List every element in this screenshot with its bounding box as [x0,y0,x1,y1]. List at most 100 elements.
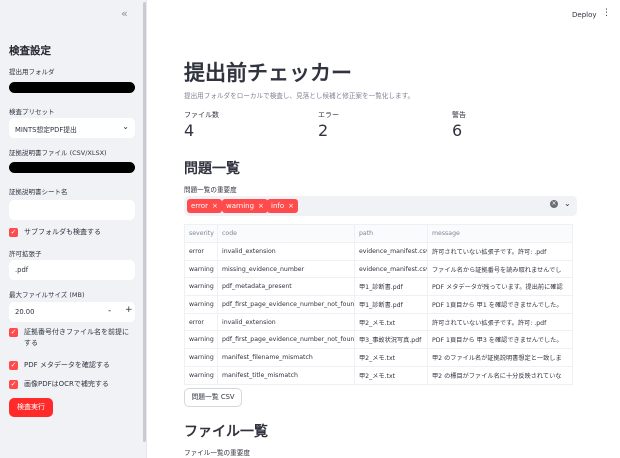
files-heading: ファイル一覧 [184,424,268,440]
cell-path: 甲2_メモ.txt [354,348,428,367]
cell-message: PDF 1頁目から 甲1 を確認できませんでした。 [427,295,573,314]
metric-errors-label: エラー [318,111,339,119]
preset-select[interactable]: MINTS想定PDF提出 ⌄ [9,118,135,138]
decrement-button[interactable]: - [108,306,111,316]
close-icon[interactable]: × [212,202,218,210]
cell-message: 甲2 のファイル名が証拠説明書想定と一致しま [427,348,573,367]
check-icon: ✓ [9,380,18,389]
cell-path: 甲1_診断書.pdf [354,277,428,297]
cell-code: manifest_title_mismatch [217,365,355,385]
allowed-ext-value: .pdf [15,266,29,274]
metric-warnings-value: 6 [452,121,463,140]
app-root: « 検査設定 提出用フォルダ 検査プリセット MINTS想定PDF提出 ⌄ 証拠… [0,0,620,458]
table-row[interactable]: error invalid_extension 甲2_メモ.txt 許可されていない拡… [184,312,573,332]
column-header[interactable]: path [354,224,428,243]
cell-code: pdf_metadata_present [217,277,355,297]
collapse-sidebar-icon[interactable]: « [121,7,128,20]
cell-code: invalid_extension [217,312,355,332]
table-header-row: severity code path message [184,224,573,243]
table-row[interactable]: warning pdf_first_page_evidence_number_no… [184,330,573,350]
folder-input-redacted[interactable] [9,82,135,93]
cell-severity: warning [184,259,218,279]
table-row[interactable]: warning missing_evidence_number evidence_m… [184,259,573,279]
cell-message: PDF 1頁目から 甲3 を確認できませんでした。 [427,330,573,350]
increment-button[interactable]: + [125,305,133,315]
tag-info[interactable]: info × [267,199,299,213]
close-icon[interactable]: × [288,202,294,210]
cell-message: ファイル名から証拠番号を読み取れませんでし [427,259,573,279]
cell-message: 許可されていない拡張子です。許可: .pdf [427,242,573,261]
table-row[interactable]: warning manifest_filename_mismatch 甲2_メモ.t… [184,348,573,367]
preset-value: MINTS想定PDF提出 [15,126,77,134]
check-icon: ✓ [9,361,18,370]
metric-warnings-label: 警告 [452,111,466,119]
column-header[interactable]: message [427,224,573,243]
allowed-ext-input[interactable]: .pdf [9,260,135,280]
metadata-checkbox-label: PDF メタデータを確認する [24,361,110,369]
table-row[interactable]: warning pdf_first_page_evidence_number_no… [184,295,573,314]
metadata-checkbox[interactable]: ✓ PDF メタデータを確認する [9,360,110,371]
cell-message: PDF メタデータが残っています。提出前に確認 [427,277,573,297]
table-row[interactable]: warning pdf_metadata_present 甲1_診断書.pdf PDF… [184,277,573,297]
main-menu-icon[interactable]: ⋮ [602,8,611,18]
cell-severity: warning [184,295,218,314]
table-row[interactable]: error invalid_extension evidence_manifest.… [184,242,573,261]
sheet-label: 証拠説明書シート名 [9,188,68,196]
chevron-down-icon[interactable]: ⌄ [564,199,571,208]
sheet-input[interactable] [9,200,135,220]
folder-label: 提出用フォルダ [9,68,55,76]
column-header[interactable]: code [217,224,355,243]
sidebar: « 検査設定 提出用フォルダ 検査プリセット MINTS想定PDF提出 ⌄ 証拠… [0,0,147,458]
page-title: 提出前チェッカー [184,61,352,85]
chevron-down-icon: ⌄ [122,122,129,131]
ocr-checkbox[interactable]: ✓ 画像PDFはOCRで補完する [9,379,109,390]
tag-label: error [191,202,208,210]
cell-path: 甲2_メモ.txt [354,365,428,385]
check-icon: ✓ [9,228,18,237]
cell-path: 甲1_診断書.pdf [354,295,428,314]
cell-severity: warning [184,277,218,297]
cell-severity: warning [184,330,218,350]
severity-multiselect[interactable]: error × warning × info × × ⌄ [184,196,577,216]
download-csv-button[interactable]: 問題一覧 CSV [184,388,242,407]
prefix-checkbox-label: 証拠番号付きファイル名を前提にする [24,328,129,347]
cell-code: invalid_extension [217,242,355,261]
check-icon: ✓ [9,328,18,337]
evidence-file-label: 証拠説明書ファイル (CSV/XLSX) [9,149,107,157]
max-size-stepper[interactable]: 20.00 - + [9,302,135,322]
metric-errors-value: 2 [318,121,329,140]
cell-path: 甲2_メモ.txt [354,312,428,332]
tag-label: warning [226,202,255,210]
evidence-file-input-redacted[interactable] [9,162,135,173]
sidebar-title: 検査設定 [9,45,51,57]
allowed-ext-label: 許可拡張子 [9,250,42,258]
issues-table[interactable]: severity code path message error invalid_… [184,224,573,385]
cell-severity: warning [184,348,218,367]
cell-code: pdf_first_page_evidence_number_not_found [217,330,355,350]
clear-all-icon[interactable]: × [550,200,558,208]
cell-code: manifest_filename_mismatch [217,348,355,367]
column-header[interactable]: severity [184,224,218,243]
ocr-checkbox-label: 画像PDFはOCRで補完する [24,380,109,388]
cell-message: 許可されていない拡張子です。許可: .pdf [427,312,573,332]
issues-heading: 問題一覧 [184,161,240,177]
cell-severity: error [184,242,218,261]
prefix-checkbox[interactable]: ✓ 証拠番号付きファイル名を前提にする [9,327,139,348]
cell-path: evidence_manifest.csv [354,242,428,261]
subfolder-checkbox[interactable]: ✓ サブフォルダも検査する [9,227,101,238]
cell-code: missing_evidence_number [217,259,355,279]
deploy-button[interactable]: Deploy [572,11,597,19]
max-size-label: 最大ファイルサイズ (MB) [9,291,85,299]
cell-message: 甲2 の標目がファイル名に十分反映されていな [427,365,573,385]
sidebar-scrollbar[interactable] [143,2,146,442]
close-icon[interactable]: × [258,202,264,210]
tag-warning[interactable]: warning × [222,199,268,213]
cell-code: pdf_first_page_evidence_number_not_found [217,295,355,314]
run-check-button[interactable]: 検査実行 [9,398,53,417]
cell-path: evidence_manifest.csv [354,259,428,279]
table-row[interactable]: warning manifest_title_mismatch 甲2_メモ.txt 甲… [184,365,573,385]
subfolder-checkbox-label: サブフォルダも検査する [24,228,101,236]
severity-filter-label: 問題一覧の重要度 [184,186,237,194]
preset-label: 検査プリセット [9,108,55,116]
tag-error[interactable]: error × [187,199,222,213]
